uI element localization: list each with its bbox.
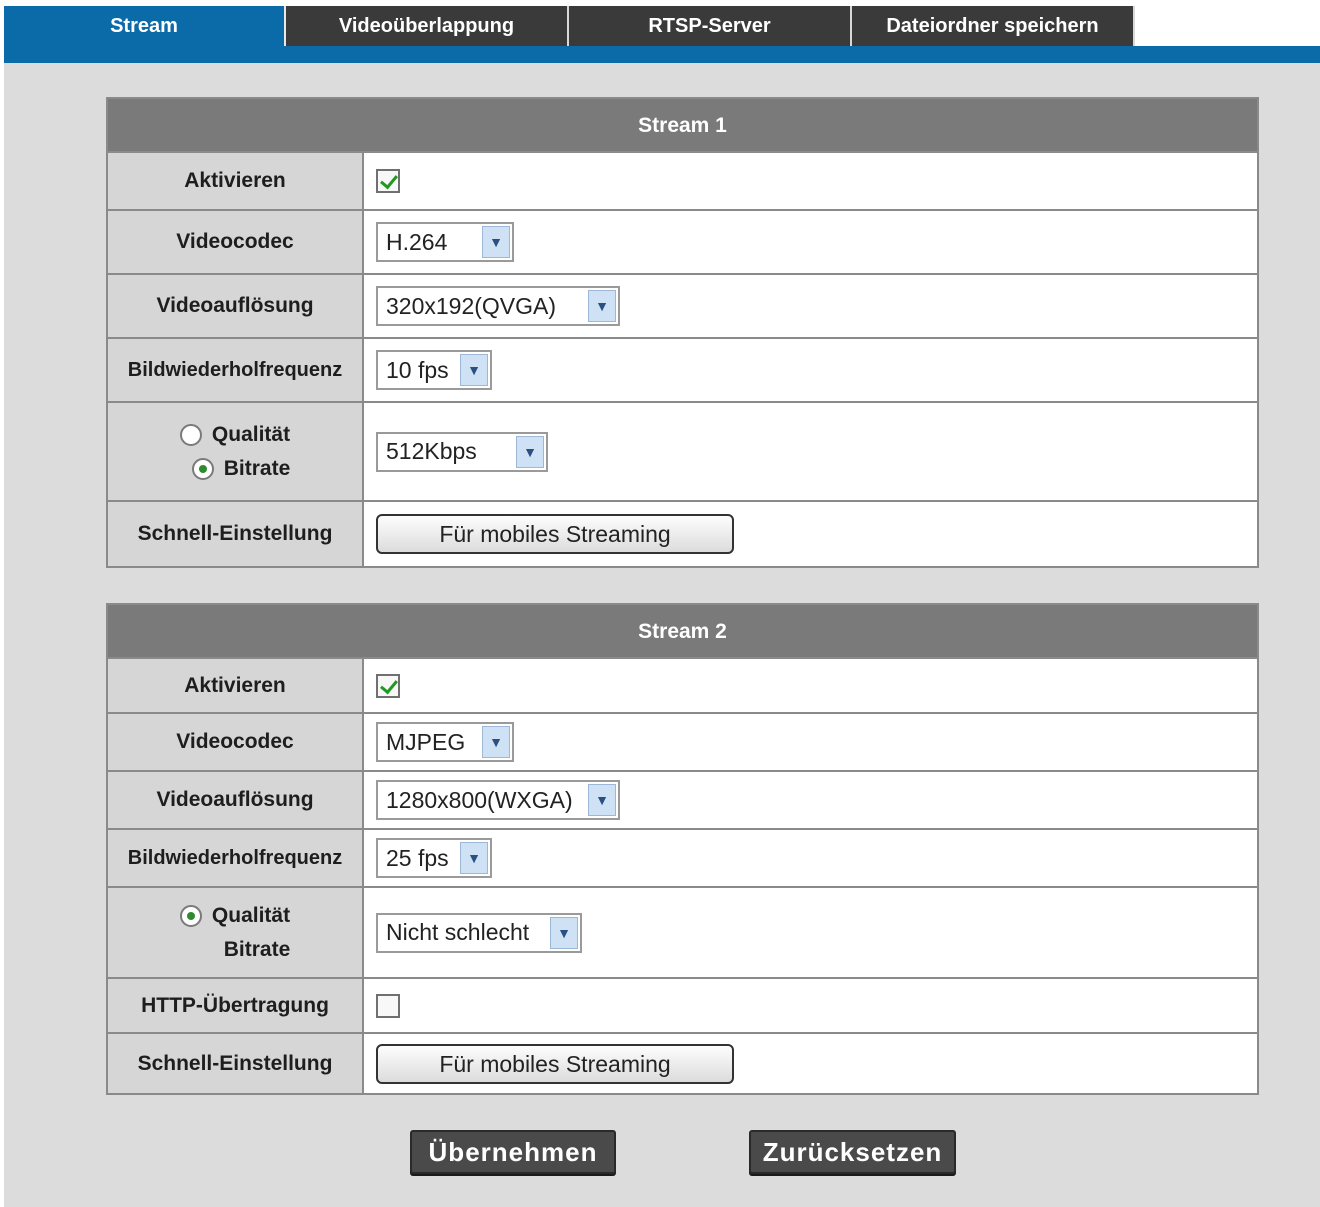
stream1-qualitaet-option[interactable]: Qualität <box>179 422 291 447</box>
stream2-aktivieren-checkbox[interactable] <box>376 673 400 698</box>
stream2-qualitaet-option[interactable]: Qualität <box>179 903 291 928</box>
reset-button[interactable]: Zurücksetzen <box>749 1130 956 1174</box>
stream2-fps-select[interactable]: 25 fps ▼ <box>376 838 492 878</box>
stream2-fps-value: 25 fps <box>386 844 449 871</box>
stream2-aufloesung-label: Videoauflösung <box>108 772 364 828</box>
chevron-down-icon[interactable]: ▼ <box>460 842 488 874</box>
stream1-aufloesung-value: 320x192(QVGA) <box>386 292 557 319</box>
chevron-down-icon[interactable]: ▼ <box>550 916 578 949</box>
stream2-qualitaet-label: Qualität <box>211 903 291 927</box>
stream1-bitrate-radio[interactable] <box>191 457 214 480</box>
chevron-down-icon[interactable]: ▼ <box>460 354 488 386</box>
stream2-rate-mode: Qualität Bitrate <box>108 888 364 977</box>
stream2-row-aufloesung: Videoauflösung 1280x800(WXGA) ▼ <box>108 770 1257 828</box>
tab-underline <box>4 46 1320 63</box>
stream2-row-aktivieren: Aktivieren <box>108 659 1257 712</box>
stream2-bitrate-option[interactable]: Bitrate <box>192 938 291 962</box>
stream2-qualitaet-radio[interactable] <box>179 904 202 927</box>
chevron-down-icon[interactable]: ▼ <box>482 226 510 258</box>
stream2-schnell-label: Schnell-Einstellung <box>108 1034 364 1093</box>
tab-stream[interactable]: Stream <box>4 6 286 48</box>
stream1-row-rate: Qualität Bitrate 512Kbps ▼ <box>108 401 1257 500</box>
stream1-panel: Stream 1 Aktivieren Videocodec H.264 ▼ V… <box>106 97 1259 568</box>
stream2-row-http: HTTP-Übertragung <box>108 977 1257 1032</box>
stream1-rate-value: 512Kbps <box>386 438 477 464</box>
stream1-mobile-streaming-button[interactable]: Für mobiles Streaming <box>376 514 734 554</box>
stream2-row-videocodec: Videocodec MJPEG ▼ <box>108 712 1257 770</box>
stream2-http-checkbox[interactable] <box>376 993 400 1018</box>
chevron-down-icon[interactable]: ▼ <box>588 784 616 816</box>
stream1-rate-mode: Qualität Bitrate <box>108 403 364 500</box>
stream1-videocodec-value: H.264 <box>386 228 448 255</box>
stream2-fps-label: Bildwiederholfrequenz <box>108 830 364 886</box>
tab-videoueberlappung[interactable]: Videoüberlappung <box>286 6 569 48</box>
stream1-qualitaet-label: Qualität <box>211 422 291 446</box>
stream1-aufloesung-select[interactable]: 320x192(QVGA) ▼ <box>376 286 620 326</box>
stream1-fps-value: 10 fps <box>386 356 449 383</box>
stream2-videocodec-select[interactable]: MJPEG ▼ <box>376 722 514 762</box>
stream2-videocodec-label: Videocodec <box>108 714 364 770</box>
stream2-row-fps: Bildwiederholfrequenz 25 fps ▼ <box>108 828 1257 886</box>
tab-rtsp-server[interactable]: RTSP-Server <box>569 6 852 48</box>
stream1-row-fps: Bildwiederholfrequenz 10 fps ▼ <box>108 337 1257 401</box>
chevron-down-icon[interactable]: ▼ <box>482 726 510 758</box>
chevron-down-icon[interactable]: ▼ <box>516 435 544 468</box>
tab-dateiordner-speichern[interactable]: Dateiordner speichern <box>852 6 1135 48</box>
stream2-aufloesung-value: 1280x800(WXGA) <box>386 786 573 813</box>
chevron-down-icon[interactable]: ▼ <box>588 290 616 322</box>
stream2-http-label: HTTP-Übertragung <box>108 979 364 1032</box>
stream1-fps-select[interactable]: 10 fps ▼ <box>376 350 492 390</box>
stream1-row-aktivieren: Aktivieren <box>108 153 1257 209</box>
stream2-rate-select[interactable]: Nicht schlecht ▼ <box>376 912 582 953</box>
stream1-schnell-label: Schnell-Einstellung <box>108 502 364 566</box>
tab-bar: Stream Videoüberlappung RTSP-Server Date… <box>0 0 1320 64</box>
stream1-bitrate-label: Bitrate <box>223 456 291 480</box>
stream1-title: Stream 1 <box>108 99 1257 153</box>
stream1-bitrate-option[interactable]: Bitrate <box>191 456 291 481</box>
stream1-videocodec-label: Videocodec <box>108 211 364 273</box>
stream1-qualitaet-radio[interactable] <box>179 423 202 446</box>
stream1-videocodec-select[interactable]: H.264 ▼ <box>376 222 514 262</box>
stream2-row-rate: Qualität Bitrate Nicht schlecht ▼ <box>108 886 1257 977</box>
stream2-mobile-streaming-button[interactable]: Für mobiles Streaming <box>376 1043 734 1084</box>
apply-button[interactable]: Übernehmen <box>410 1130 616 1174</box>
stream1-row-schnell: Schnell-Einstellung Für mobiles Streamin… <box>108 500 1257 566</box>
stream1-rate-select[interactable]: 512Kbps ▼ <box>376 431 548 472</box>
stream2-row-schnell: Schnell-Einstellung Für mobiles Streamin… <box>108 1032 1257 1093</box>
stream2-panel: Stream 2 Aktivieren Videocodec MJPEG ▼ V… <box>106 603 1259 1095</box>
stream2-title: Stream 2 <box>108 605 1257 659</box>
stream2-aufloesung-select[interactable]: 1280x800(WXGA) ▼ <box>376 780 620 820</box>
stream2-rate-value: Nicht schlecht <box>386 919 530 945</box>
stream1-row-aufloesung: Videoauflösung 320x192(QVGA) ▼ <box>108 273 1257 337</box>
stream2-videocodec-value: MJPEG <box>386 728 466 755</box>
stream1-aufloesung-label: Videoauflösung <box>108 275 364 337</box>
stream2-bitrate-label: Bitrate <box>223 937 291 961</box>
stream1-aktivieren-checkbox[interactable] <box>376 169 400 193</box>
stream1-aktivieren-label: Aktivieren <box>108 153 364 209</box>
stream1-row-videocodec: Videocodec H.264 ▼ <box>108 209 1257 273</box>
stream2-aktivieren-label: Aktivieren <box>108 659 364 712</box>
stream1-fps-label: Bildwiederholfrequenz <box>108 339 364 401</box>
